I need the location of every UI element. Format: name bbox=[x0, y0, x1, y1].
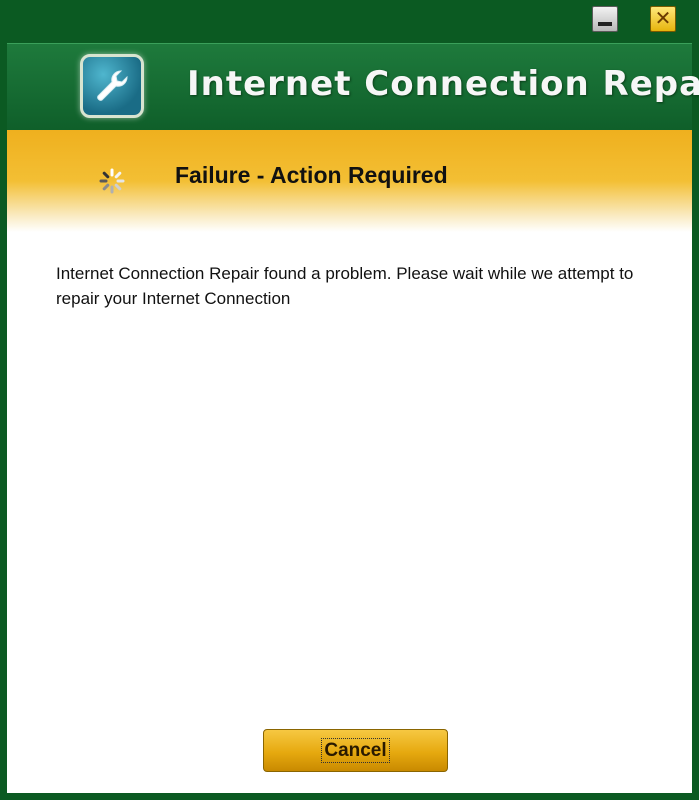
minimize-button[interactable] bbox=[592, 6, 618, 32]
app-header: Internet Connection Repair bbox=[7, 43, 699, 130]
content-panel: Internet Connection Repair found a probl… bbox=[7, 232, 692, 793]
close-icon: ✕ bbox=[654, 6, 672, 30]
cancel-button-label: Cancel bbox=[321, 737, 390, 763]
wrench-icon bbox=[80, 54, 144, 118]
status-message: Internet Connection Repair found a probl… bbox=[56, 264, 634, 308]
cancel-button[interactable]: Cancel bbox=[263, 729, 448, 772]
spinner-icon bbox=[99, 168, 125, 194]
minimize-icon bbox=[598, 22, 612, 26]
close-button[interactable]: ✕ bbox=[650, 6, 676, 32]
app-window: ✕ Internet Connection Repair Failure - A… bbox=[0, 0, 699, 800]
status-banner: Failure - Action Required bbox=[7, 130, 692, 232]
app-title: Internet Connection Repair bbox=[187, 64, 699, 104]
status-title: Failure - Action Required bbox=[175, 162, 448, 188]
